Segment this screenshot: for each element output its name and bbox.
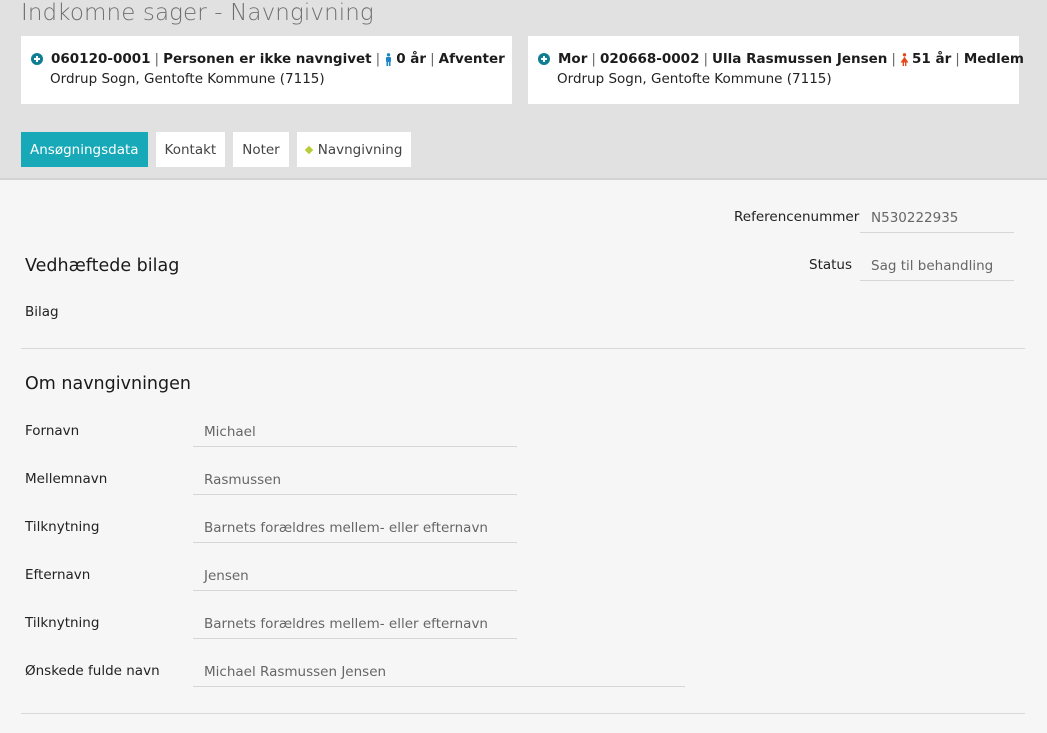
mother-status: Medlem	[963, 51, 1024, 67]
child-name: Personen er ikke navngivet	[163, 51, 372, 67]
tab-label: Navngivning	[317, 141, 403, 158]
naming-heading: Om navngivningen	[25, 374, 191, 394]
reference-label: Referencenummer	[734, 209, 860, 225]
separator: |	[891, 51, 896, 67]
attachments-label: Bilag	[25, 304, 59, 320]
mother-relation: Mor	[558, 51, 588, 67]
field-value-tilknytning-1: Barnets forældres mellem- eller efternav…	[193, 513, 517, 543]
child-location: Ordrup Sogn, Gentofte Kommune (7115)	[50, 71, 325, 87]
tab-label: Kontakt	[164, 141, 217, 158]
tab-kontakt[interactable]: Kontakt	[155, 132, 226, 167]
child-card-header: 060120-0001 | Personen er ikke navngivet…	[31, 51, 505, 67]
mother-location: Ordrup Sogn, Gentofte Kommune (7115)	[557, 71, 832, 87]
male-person-icon	[386, 52, 392, 66]
tab-bar: Ansøgningsdata Kontakt Noter Navngivning	[21, 132, 412, 167]
field-label-tilknytning-1: Tilknytning	[25, 519, 100, 535]
child-age: 0 år	[396, 51, 427, 67]
separator: |	[430, 51, 435, 67]
separator: |	[955, 51, 960, 67]
mother-age: 51 år	[911, 51, 952, 67]
field-value-fulde-navn: Michael Rasmussen Jensen	[193, 657, 685, 687]
expand-plus-icon[interactable]	[31, 53, 43, 65]
mother-card: Mor | 020668-0002 | Ulla Rasmussen Jense…	[528, 36, 1024, 104]
mother-cpr: 020668-0002	[599, 51, 700, 67]
tab-navngivning[interactable]: Navngivning	[296, 132, 412, 167]
diamond-marker-icon	[304, 145, 313, 154]
child-card: 060120-0001 | Personen er ikke navngivet…	[21, 36, 512, 104]
separator: |	[154, 51, 160, 67]
mother-card-header: Mor | 020668-0002 | Ulla Rasmussen Jense…	[538, 51, 1024, 67]
separator: |	[591, 51, 596, 67]
female-person-icon	[900, 52, 909, 66]
tab-label: Noter	[242, 141, 280, 158]
field-value-mellemnavn: Rasmussen	[193, 465, 517, 495]
reference-value: N530222935	[860, 203, 1014, 233]
attachments-heading: Vedhæftede bilag	[25, 256, 180, 276]
status-value: Sag til behandling	[860, 251, 1014, 281]
field-value-fornavn: Michael	[193, 417, 517, 447]
child-cpr: 060120-0001	[51, 51, 151, 67]
field-label-tilknytning-2: Tilknytning	[25, 615, 100, 631]
status-label: Status	[809, 257, 853, 273]
expand-plus-icon[interactable]	[538, 53, 550, 65]
field-value-tilknytning-2: Barnets forældres mellem- eller efternav…	[193, 609, 517, 639]
field-label-fornavn: Fornavn	[25, 423, 80, 439]
field-label-efternavn: Efternavn	[25, 567, 91, 583]
field-value-efternavn: Jensen	[193, 561, 517, 591]
page-title: Indkomne sager - Navngivning	[21, 0, 374, 26]
section-divider	[21, 348, 1025, 349]
section-divider	[21, 713, 1025, 714]
separator: |	[703, 51, 709, 67]
field-label-fulde-navn: Ønskede fulde navn	[25, 663, 160, 679]
separator: |	[375, 51, 381, 67]
child-status: Afventer	[438, 51, 505, 67]
tab-noter[interactable]: Noter	[233, 132, 289, 167]
tab-label: Ansøgningsdata	[30, 141, 139, 158]
mother-name: Ulla Rasmussen Jensen	[712, 51, 888, 67]
tab-ansoegningsdata[interactable]: Ansøgningsdata	[21, 132, 148, 167]
field-label-mellemnavn: Mellemnavn	[25, 471, 108, 487]
